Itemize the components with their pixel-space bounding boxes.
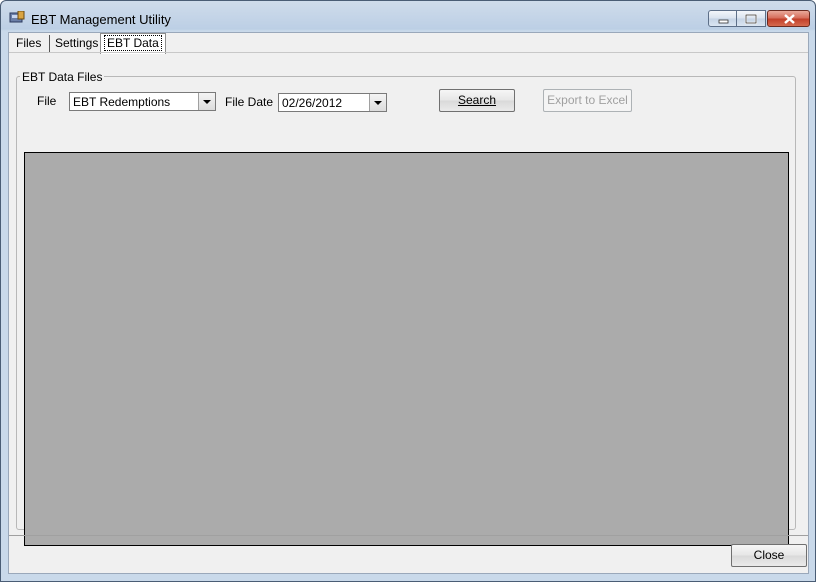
footer-divider <box>9 535 808 536</box>
file-date-value: 02/26/2012 <box>282 96 343 110</box>
app-icon <box>9 11 25 23</box>
search-button-label: Search <box>457 93 497 107</box>
file-date-picker[interactable]: 02/26/2012 <box>278 93 387 112</box>
client-area: Files Settings EBT Data EBT Data Files F… <box>8 32 809 574</box>
close-button-label: Close <box>753 548 785 562</box>
file-date-label: File Date <box>225 95 274 109</box>
maximize-button[interactable] <box>737 10 766 27</box>
app-window: EBT Management Utility Files Settings EB… <box>0 0 816 582</box>
tab-files[interactable]: Files <box>11 35 46 53</box>
search-button[interactable]: Search <box>439 89 515 112</box>
title-bar[interactable]: EBT Management Utility <box>1 1 815 31</box>
export-button-label: Export to Excel <box>547 93 628 107</box>
tab-settings[interactable]: Settings <box>49 35 103 53</box>
file-combo[interactable]: EBT Redemptions <box>69 92 216 111</box>
chevron-down-icon[interactable] <box>198 93 215 110</box>
close-button[interactable]: Close <box>731 544 807 567</box>
file-label: File <box>37 94 57 108</box>
restore-icon <box>744 13 758 25</box>
tab-ebt-data[interactable]: EBT Data <box>100 33 166 54</box>
minimize-icon <box>718 19 729 24</box>
close-icon <box>784 14 795 24</box>
data-grid[interactable] <box>24 152 789 546</box>
group-label: EBT Data Files <box>20 70 105 84</box>
file-combo-value: EBT Redemptions <box>73 95 171 109</box>
tab-ebt-data-label: EBT Data <box>104 35 162 51</box>
tab-panel: EBT Data Files File EBT Redemptions File… <box>9 52 808 546</box>
close-window-button[interactable] <box>767 10 810 27</box>
window-title: EBT Management Utility <box>31 12 171 27</box>
export-to-excel-button[interactable]: Export to Excel <box>543 89 632 112</box>
minimize-button[interactable] <box>708 10 737 27</box>
calendar-dropdown-icon[interactable] <box>369 94 386 111</box>
